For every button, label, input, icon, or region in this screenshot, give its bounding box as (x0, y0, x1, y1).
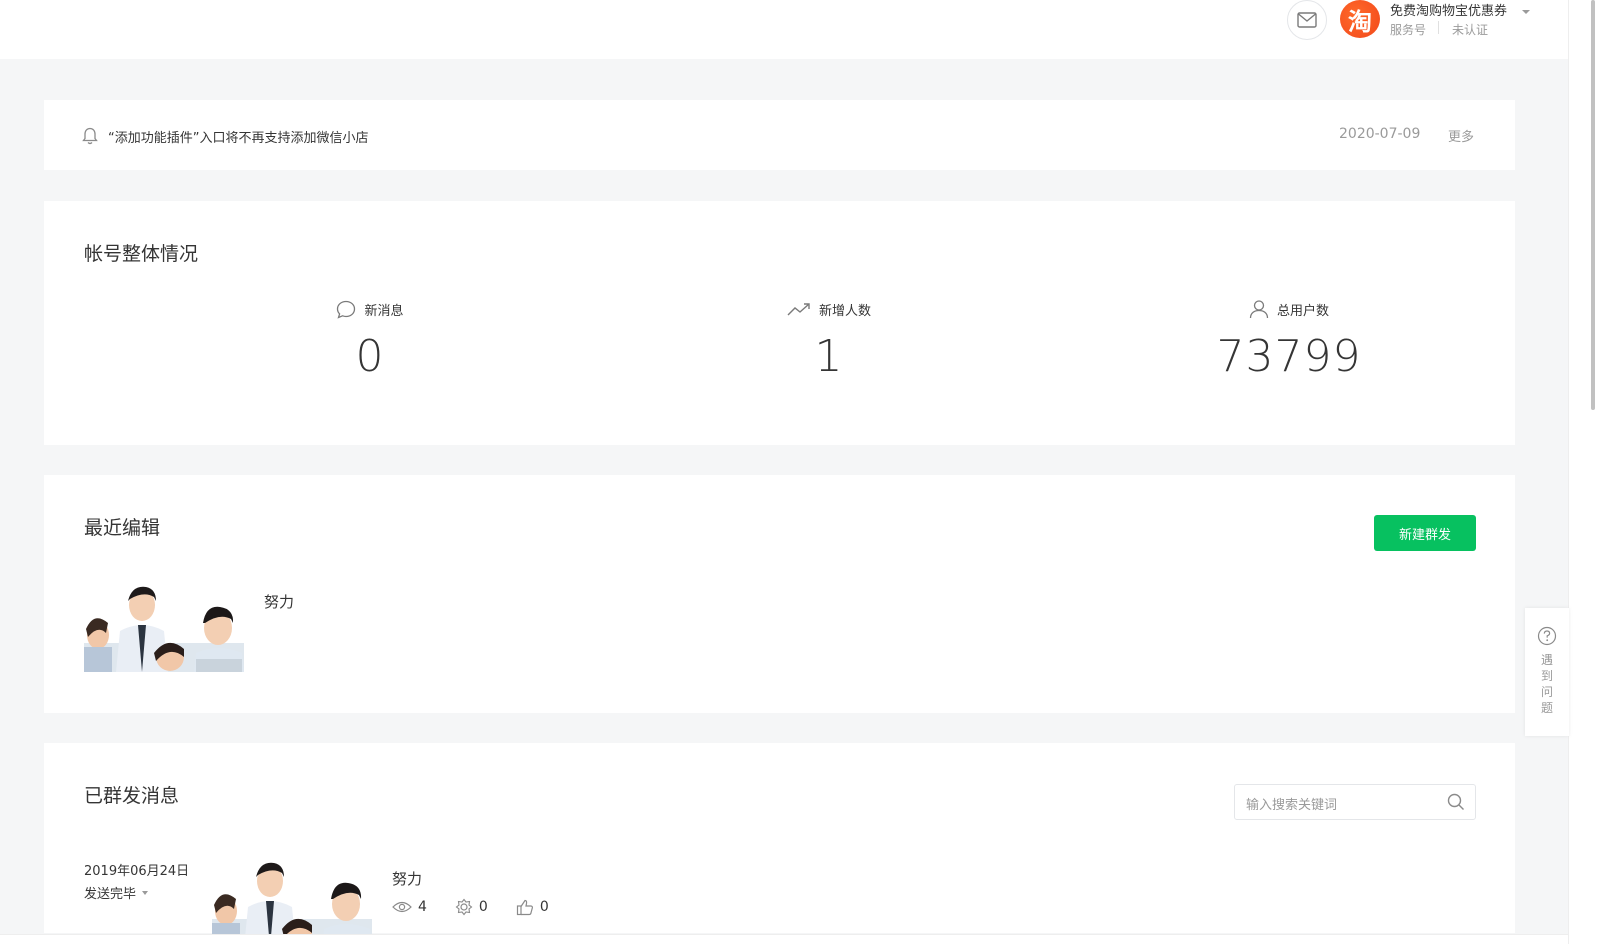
sent-messages-card: 已群发消息 输入搜索关键词 2019年06月24日 发送完毕 努力 4 0 0 (44, 743, 1515, 944)
eye-icon (392, 901, 412, 913)
mail-icon (1297, 12, 1317, 28)
sent-status-dropdown[interactable]: 发送完毕 (84, 883, 149, 902)
notice-text[interactable]: “添加功能插件”入口将不再支持添加微信小店 (108, 127, 368, 146)
stat-total-users[interactable]: 总用户数 73799 (1169, 297, 1409, 382)
bottom-strip (0, 934, 1568, 944)
metric-likes: 0 (516, 898, 549, 916)
user-icon (1249, 300, 1269, 319)
stat-label: 新消息 (364, 303, 404, 319)
draft-title[interactable]: 努力 (264, 591, 294, 612)
account-type: 服务号 (1390, 23, 1427, 37)
stat-value: 73799 (1216, 331, 1362, 382)
notice-date: 2020-07-09 (1339, 126, 1421, 142)
mail-button[interactable] (1287, 0, 1327, 40)
search-icon[interactable] (1447, 793, 1465, 811)
scrollbar-thumb[interactable] (1591, 0, 1595, 410)
account-avatar[interactable]: 淘 (1340, 0, 1380, 38)
account-name[interactable]: 免费淘购物宝优惠券 (1390, 0, 1507, 19)
sent-metrics: 4 0 0 (392, 898, 549, 916)
help-label: 遇到问题 (1541, 653, 1554, 715)
notice-more-link[interactable]: 更多 (1448, 126, 1474, 145)
chat-bubble-icon (337, 300, 356, 319)
metric-value: 0 (478, 899, 488, 915)
chevron-down-icon (142, 890, 149, 895)
metric-shares: 0 (455, 898, 488, 916)
recent-title: 最近编辑 (84, 517, 161, 539)
sent-message-title[interactable]: 努力 (392, 868, 422, 889)
notice-card: “添加功能插件”入口将不再支持添加微信小店 2020-07-09 更多 (44, 100, 1515, 170)
sent-status: 发送完毕 (84, 887, 137, 902)
metric-value: 0 (539, 899, 549, 915)
metric-value: 4 (418, 899, 427, 915)
stat-value: 0 (355, 331, 385, 382)
metric-reads: 4 (392, 898, 427, 916)
sent-cover-image[interactable] (212, 859, 372, 944)
search-input[interactable]: 输入搜索关键词 (1234, 784, 1476, 820)
trend-up-icon (787, 303, 810, 316)
scrollbar-track[interactable] (1568, 0, 1600, 944)
top-bar: 淘 免费淘购物宝优惠券 服务号 未认证 (0, 0, 1568, 59)
sent-title: 已群发消息 (84, 785, 180, 807)
stat-label: 新增人数 (818, 303, 871, 319)
stat-new-followers[interactable]: 新增人数 1 (709, 297, 949, 382)
overview-title: 帐号整体情况 (84, 243, 199, 265)
account-divider (1438, 21, 1439, 34)
help-widget[interactable]: 遇到问题 (1525, 608, 1569, 736)
recent-edits-card: 最近编辑 新建群发 努力 (44, 475, 1515, 713)
question-icon (1537, 626, 1557, 646)
stat-value: 1 (814, 331, 844, 382)
share-icon (455, 898, 473, 916)
stat-label: 总用户数 (1276, 303, 1329, 319)
draft-cover-image[interactable] (84, 583, 244, 672)
account-overview-card: 帐号整体情况 新消息 0 新增人数 1 总用户数 73799 (44, 201, 1515, 445)
new-broadcast-button[interactable]: 新建群发 (1374, 515, 1476, 551)
thumbs-up-icon (516, 899, 533, 915)
search-placeholder: 输入搜索关键词 (1246, 798, 1338, 813)
account-dropdown-caret-icon[interactable] (1522, 10, 1530, 14)
bell-icon (82, 127, 98, 145)
stat-new-messages[interactable]: 新消息 0 (250, 297, 490, 382)
sent-date: 2019年06月24日 (84, 864, 190, 879)
account-verify-status: 未认证 (1452, 23, 1489, 37)
